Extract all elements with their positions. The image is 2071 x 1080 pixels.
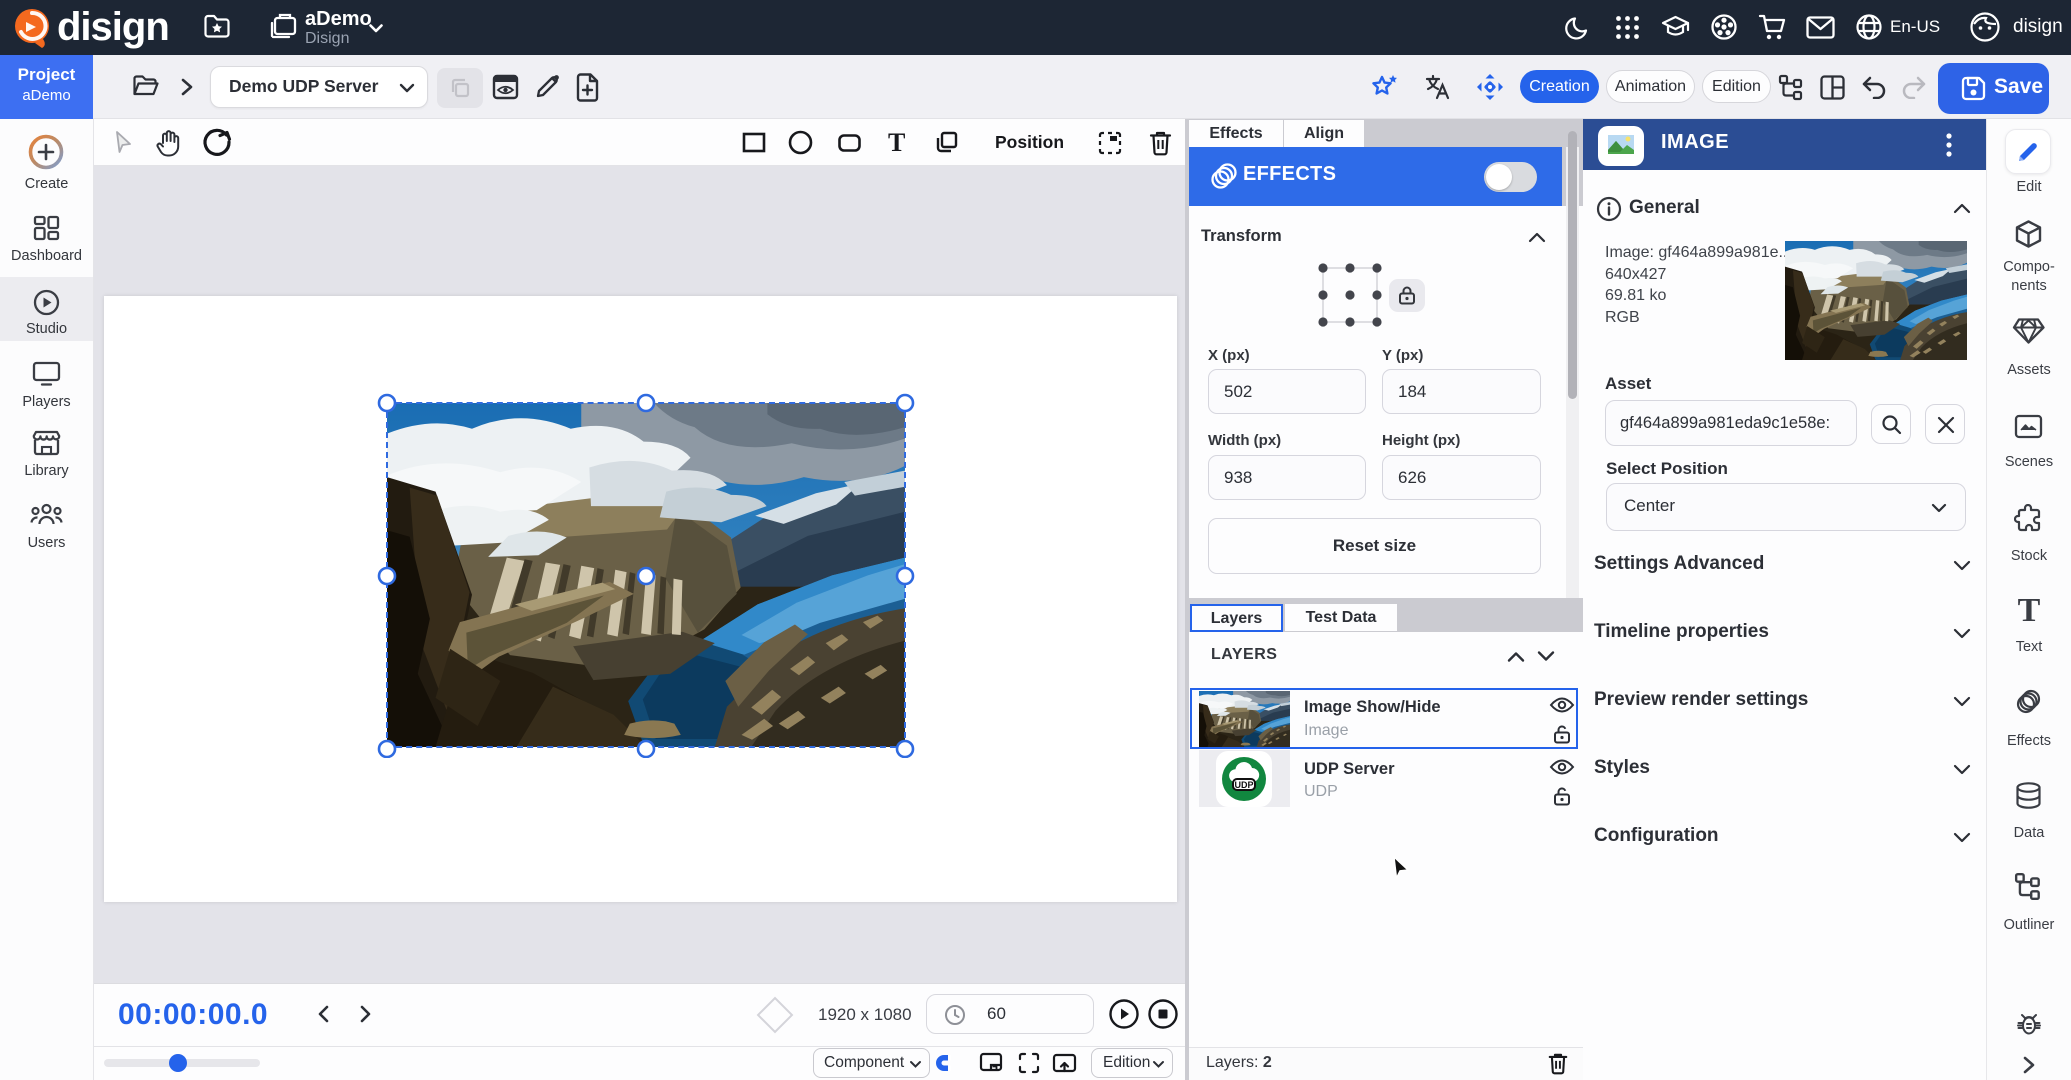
svg-text:UDP: UDP bbox=[1234, 780, 1253, 790]
